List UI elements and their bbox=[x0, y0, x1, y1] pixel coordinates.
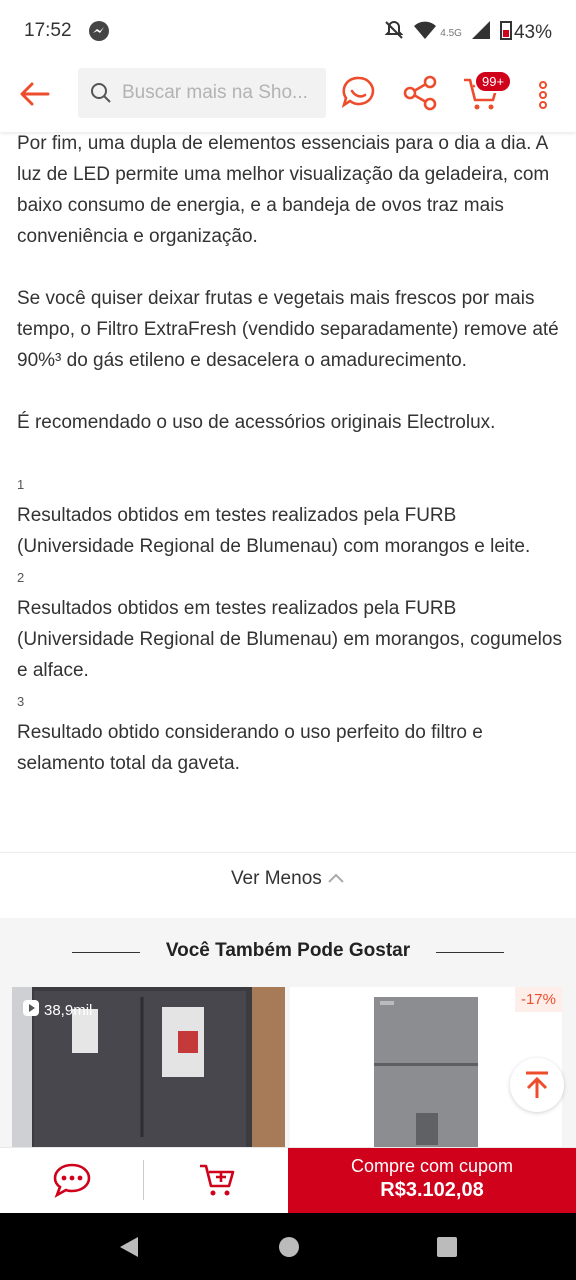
wifi-icon bbox=[414, 21, 437, 45]
footnote-text: Resultados obtidos em testes realizados … bbox=[17, 505, 531, 557]
action-divider bbox=[143, 1160, 144, 1200]
app-bar: Buscar mais na Sho... 99+ bbox=[0, 62, 576, 132]
nav-recents-icon[interactable] bbox=[436, 1236, 458, 1263]
status-icons: 4.5G 43% bbox=[384, 20, 552, 46]
video-views: 38,9mil bbox=[22, 999, 92, 1021]
product-description: Por fim, uma dupla de elementos essencia… bbox=[17, 128, 562, 779]
chat-seller-icon[interactable] bbox=[52, 1162, 92, 1203]
discount-badge: -17% bbox=[514, 987, 562, 1012]
divider bbox=[0, 852, 576, 853]
chat-icon[interactable] bbox=[340, 74, 378, 117]
description-paragraph: Se você quiser deixar frutas e vegetais … bbox=[17, 288, 559, 371]
battery-level: 43% bbox=[513, 22, 552, 43]
footnote-number: 3 bbox=[17, 694, 25, 709]
recommendations-title: Você Também Pode Gostar bbox=[165, 940, 411, 961]
ver-menos-label: Ver Menos bbox=[230, 868, 322, 889]
footnote-text: Resultado obtido considerando o uso perf… bbox=[17, 722, 483, 774]
buy-label: Compre com cupom bbox=[350, 1156, 514, 1176]
search-placeholder: Buscar mais na Sho... bbox=[122, 82, 308, 103]
arrow-up-icon bbox=[523, 1070, 551, 1105]
title-line-right bbox=[436, 952, 504, 953]
bottom-action-bar: Compre com cupom R$3.102,08 bbox=[0, 1147, 576, 1214]
mute-bell-icon bbox=[384, 20, 404, 46]
status-bar: 17:52 4.5G 43% bbox=[0, 0, 576, 62]
more-options-icon[interactable] bbox=[536, 80, 550, 115]
nav-back-icon[interactable] bbox=[118, 1235, 140, 1264]
footnote-number: 2 bbox=[17, 570, 25, 585]
messenger-icon bbox=[88, 20, 110, 47]
network-type: 4.5G bbox=[440, 27, 462, 39]
search-icon bbox=[90, 82, 112, 104]
add-to-cart-icon[interactable] bbox=[198, 1162, 238, 1203]
footnote-number: 1 bbox=[17, 477, 25, 492]
chevron-up-icon bbox=[327, 868, 345, 889]
ver-menos-button[interactable]: Ver Menos bbox=[0, 868, 576, 890]
recommended-product-card[interactable]: 38,9mil bbox=[12, 987, 285, 1149]
battery-icon bbox=[499, 20, 512, 46]
cart-badge: 99+ bbox=[474, 70, 513, 93]
status-time: 17:52 bbox=[24, 20, 72, 41]
footnote-text: Resultados obtidos em testes realizados … bbox=[17, 598, 562, 681]
views-count: 38,9mil bbox=[44, 1001, 93, 1019]
nav-home-icon[interactable] bbox=[278, 1236, 300, 1263]
buy-price: R$3.102,08 bbox=[380, 1179, 484, 1201]
description-paragraph: É recomendado o uso de acessórios origin… bbox=[17, 412, 496, 433]
video-play-icon bbox=[22, 999, 40, 1021]
back-arrow-icon[interactable] bbox=[16, 76, 52, 117]
system-nav-bar bbox=[0, 1213, 576, 1280]
buy-with-coupon-button[interactable]: Compre com cupom R$3.102,08 bbox=[288, 1148, 576, 1214]
search-input[interactable]: Buscar mais na Sho... bbox=[78, 68, 326, 118]
description-paragraph: Por fim, uma dupla de elementos essencia… bbox=[17, 133, 550, 247]
signal-icon bbox=[471, 21, 490, 45]
back-to-top-button[interactable] bbox=[510, 1058, 564, 1112]
share-icon[interactable] bbox=[402, 75, 438, 116]
